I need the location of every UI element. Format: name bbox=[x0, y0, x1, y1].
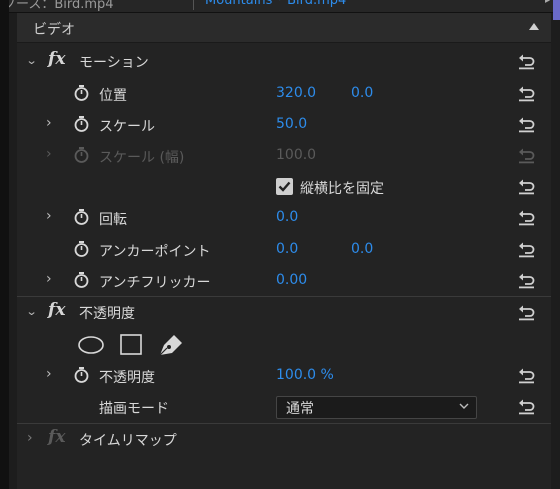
uniform-scale-label: 縦横比を固定 bbox=[300, 181, 384, 197]
position-x-value[interactable]: 320.0 bbox=[276, 85, 316, 101]
panel-tab-bar: ソース：Bird.mp4 Mountains * Bird.mp4 ▸ bbox=[9, 0, 560, 13]
time-remap-effect-row[interactable]: › fx タイムリマップ bbox=[17, 423, 551, 455]
reset-icon bbox=[519, 148, 535, 164]
scale-row: › スケール 50.0 bbox=[17, 109, 551, 140]
position-label: 位置 bbox=[99, 88, 127, 104]
reset-icon[interactable] bbox=[517, 177, 536, 196]
anchor-point-row: アンカーポイント 0.0 0.0 bbox=[17, 234, 551, 265]
chevron-down-icon[interactable]: ⌄ bbox=[26, 54, 38, 67]
reset-icon[interactable] bbox=[517, 366, 536, 385]
mask-tools-row bbox=[17, 328, 551, 359]
stopwatch-icon bbox=[74, 147, 89, 163]
fx-icon[interactable]: fx bbox=[48, 49, 65, 69]
reset-icon[interactable] bbox=[517, 52, 536, 71]
stopwatch-icon[interactable] bbox=[73, 84, 90, 102]
rectangle-mask-icon[interactable] bbox=[120, 334, 142, 355]
rotation-row: › 回転 0.0 bbox=[17, 202, 551, 233]
position-y-value[interactable]: 0.0 bbox=[351, 85, 373, 101]
scale-width-value: 100.0 bbox=[276, 147, 317, 163]
reset-icon[interactable] bbox=[517, 240, 536, 259]
tab-effect-controls[interactable]: Mountains * Bird.mp4 bbox=[205, 0, 346, 8]
scale-value[interactable]: 50.0 bbox=[276, 116, 307, 132]
time-remap-label: タイムリマップ bbox=[79, 433, 177, 449]
anchor-point-label: アンカーポイント bbox=[99, 244, 211, 260]
left-panel-edge bbox=[0, 0, 9, 489]
stopwatch-icon[interactable] bbox=[73, 366, 90, 384]
stopwatch-icon[interactable] bbox=[73, 208, 90, 226]
anti-flicker-value[interactable]: 0.00 bbox=[276, 272, 307, 288]
ellipse-mask-icon[interactable] bbox=[78, 336, 104, 354]
reset-icon[interactable] bbox=[517, 397, 536, 416]
window-edge-accent bbox=[553, 0, 560, 20]
chevron-down-icon bbox=[459, 403, 469, 409]
opacity-group-label: 不透明度 bbox=[79, 306, 135, 322]
tab-source[interactable]: ソース：Bird.mp4 bbox=[9, 0, 114, 12]
pen-mask-icon[interactable] bbox=[159, 335, 182, 356]
chevron-right-icon[interactable]: › bbox=[46, 271, 52, 287]
fx-icon[interactable]: fx bbox=[48, 300, 65, 320]
rotation-label: 回転 bbox=[99, 212, 127, 228]
uniform-scale-row: 縦横比を固定 bbox=[17, 171, 551, 202]
scale-width-label: スケール (幅) bbox=[99, 150, 185, 166]
anti-flicker-row: › アンチフリッカー 0.00 bbox=[17, 265, 551, 296]
motion-effect-row[interactable]: ⌄ fx モーション bbox=[17, 46, 551, 77]
chevron-right-icon[interactable]: › bbox=[46, 115, 52, 131]
anchor-point-x-value[interactable]: 0.0 bbox=[276, 241, 298, 257]
scale-width-row: › スケール (幅) 100.0 bbox=[17, 140, 551, 171]
video-section-label: ビデオ bbox=[33, 22, 75, 38]
scale-label: スケール bbox=[99, 119, 155, 135]
stopwatch-icon[interactable] bbox=[73, 271, 90, 289]
reset-icon[interactable] bbox=[517, 303, 536, 322]
reset-icon[interactable] bbox=[517, 208, 536, 227]
chevron-right-icon[interactable]: › bbox=[46, 366, 52, 382]
motion-label: モーション bbox=[79, 55, 149, 71]
blend-mode-row: 描画モード 通常 bbox=[17, 391, 551, 422]
opacity-value[interactable]: 100.0 % bbox=[276, 367, 334, 383]
chevron-right-icon[interactable]: › bbox=[27, 430, 33, 446]
opacity-label: 不透明度 bbox=[99, 370, 155, 386]
checkmark-icon bbox=[278, 181, 291, 192]
anti-flicker-label: アンチフリッカー bbox=[99, 275, 211, 291]
opacity-value-row: › 不透明度 100.0 % bbox=[17, 360, 551, 391]
rotation-value[interactable]: 0.0 bbox=[276, 209, 298, 225]
chevron-right-icon: › bbox=[46, 146, 52, 162]
video-section-header[interactable]: ビデオ bbox=[17, 13, 551, 43]
anchor-point-y-value[interactable]: 0.0 bbox=[351, 241, 373, 257]
uniform-scale-checkbox[interactable] bbox=[276, 178, 293, 195]
reset-icon[interactable] bbox=[517, 84, 536, 103]
blend-mode-value: 通常 bbox=[286, 401, 314, 417]
chevron-right-icon[interactable]: › bbox=[46, 208, 52, 224]
tab-overflow-icon[interactable]: ▸ bbox=[545, 0, 550, 6]
stopwatch-icon[interactable] bbox=[73, 115, 90, 133]
collapse-caret-icon[interactable] bbox=[529, 23, 539, 30]
stopwatch-icon[interactable] bbox=[73, 240, 90, 258]
reset-icon[interactable] bbox=[517, 271, 536, 290]
chevron-down-icon[interactable]: ⌄ bbox=[26, 305, 38, 318]
reset-icon[interactable] bbox=[517, 115, 536, 134]
blend-mode-select[interactable]: 通常 bbox=[276, 396, 477, 419]
mask-tools bbox=[78, 334, 182, 356]
tab-divider bbox=[193, 0, 194, 10]
fx-icon: fx bbox=[48, 427, 66, 447]
blend-mode-label: 描画モード bbox=[99, 401, 169, 417]
effect-controls-panel: ビデオ ⌄ fx モーション 位置 320.0 0.0 › スケール 50.0 … bbox=[17, 13, 551, 489]
opacity-effect-row[interactable]: ⌄ fx 不透明度 bbox=[17, 296, 551, 328]
position-row: 位置 320.0 0.0 bbox=[17, 78, 551, 109]
